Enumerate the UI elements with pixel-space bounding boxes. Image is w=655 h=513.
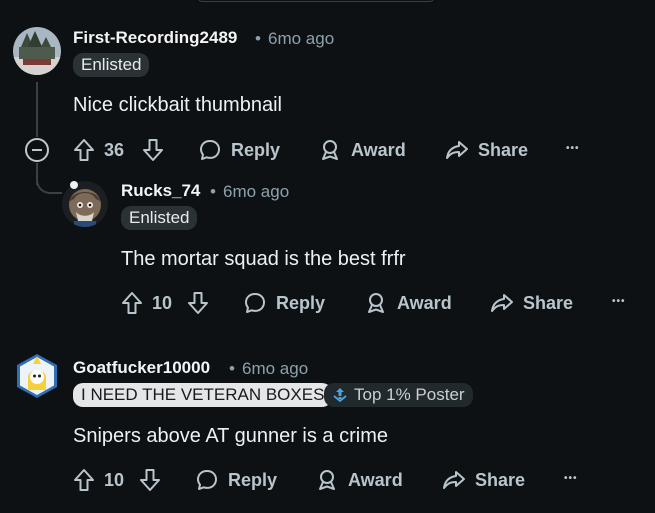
upvote-button[interactable]: 36 bbox=[73, 138, 124, 162]
award-button[interactable]: Award bbox=[315, 468, 403, 492]
vote-count: 10 bbox=[104, 469, 125, 490]
comment-thread: First-Recording2489 • 6mo ago Enlisted N… bbox=[0, 0, 655, 513]
share-icon bbox=[491, 294, 513, 312]
reply-icon bbox=[200, 140, 220, 160]
award-button[interactable]: Award bbox=[318, 138, 406, 162]
award-label: Award bbox=[397, 292, 452, 313]
user-flair: Enlisted bbox=[121, 206, 198, 230]
badge-label: Top 1% Poster bbox=[354, 385, 465, 404]
award-icon bbox=[319, 470, 335, 490]
collapse-thread-button[interactable] bbox=[25, 138, 49, 162]
comment-body: The mortar squad is the best frfr bbox=[121, 248, 406, 270]
share-icon bbox=[446, 141, 468, 159]
user-flair: Enlisted bbox=[73, 53, 150, 77]
downvote-button[interactable] bbox=[139, 468, 161, 497]
comment-body: Nice clickbait thumbnail bbox=[73, 94, 282, 116]
downvote-icon bbox=[140, 469, 160, 491]
upvote-button[interactable]: 10 bbox=[121, 291, 172, 315]
reply-icon bbox=[245, 293, 265, 313]
award-icon bbox=[368, 293, 384, 313]
thread-connector bbox=[36, 168, 62, 194]
downvote-button[interactable] bbox=[187, 291, 209, 320]
comment-timestamp[interactable]: 6mo ago bbox=[268, 29, 334, 49]
share-label: Share bbox=[475, 469, 526, 490]
downvote-button[interactable] bbox=[142, 138, 164, 167]
reply-label: Reply bbox=[228, 469, 278, 490]
meta-separator: • bbox=[255, 29, 261, 48]
upvote-icon bbox=[122, 292, 142, 314]
comment-body: Snipers above AT gunner is a crime bbox=[73, 425, 388, 447]
upvote-icon bbox=[74, 139, 94, 161]
comment-timestamp[interactable]: 6mo ago bbox=[242, 359, 308, 379]
comment-username[interactable]: First-Recording2489 bbox=[73, 28, 237, 48]
award-icon bbox=[322, 140, 338, 160]
award-label: Award bbox=[348, 469, 403, 490]
downvote-icon bbox=[188, 292, 208, 314]
share-icon bbox=[443, 471, 465, 489]
meta-separator: • bbox=[210, 182, 216, 201]
vote-count: 10 bbox=[152, 292, 173, 313]
top-panel-edge bbox=[198, 0, 434, 2]
reply-button[interactable]: Reply bbox=[243, 291, 325, 315]
vote-count: 36 bbox=[104, 139, 125, 160]
share-label: Share bbox=[478, 139, 529, 160]
top-poster-icon bbox=[333, 388, 347, 403]
award-label: Award bbox=[351, 139, 406, 160]
collapse-icon bbox=[32, 149, 42, 151]
reply-button[interactable]: Reply bbox=[198, 138, 280, 162]
reply-label: Reply bbox=[231, 139, 281, 160]
share-button[interactable]: Share bbox=[445, 138, 528, 162]
meta-separator: • bbox=[229, 359, 235, 378]
share-button[interactable]: Share bbox=[490, 291, 573, 315]
more-options-button[interactable]: ••• bbox=[566, 140, 580, 158]
comment-username[interactable]: Goatfucker10000 bbox=[73, 358, 210, 378]
online-dot bbox=[70, 181, 78, 189]
downvote-icon bbox=[143, 139, 163, 161]
comment-username[interactable]: Rucks_74 bbox=[121, 181, 200, 201]
avatar[interactable] bbox=[13, 352, 61, 400]
thread-line bbox=[36, 82, 38, 137]
award-button[interactable]: Award bbox=[364, 291, 452, 315]
top-poster-badge: Top 1% Poster bbox=[324, 383, 473, 407]
upvote-button[interactable]: 10 bbox=[73, 468, 124, 492]
user-flair: I NEED THE VETERAN BOXES bbox=[73, 383, 333, 407]
reply-label: Reply bbox=[276, 292, 326, 313]
avatar[interactable] bbox=[13, 27, 61, 75]
more-options-button[interactable]: ••• bbox=[612, 293, 626, 311]
share-button[interactable]: Share bbox=[442, 468, 525, 492]
more-options-button[interactable]: ••• bbox=[564, 470, 578, 488]
upvote-icon bbox=[74, 469, 94, 491]
reply-icon bbox=[197, 470, 217, 490]
comment-timestamp[interactable]: 6mo ago bbox=[223, 182, 289, 202]
avatar[interactable] bbox=[62, 181, 108, 227]
reply-button[interactable]: Reply bbox=[195, 468, 277, 492]
share-label: Share bbox=[523, 292, 574, 313]
